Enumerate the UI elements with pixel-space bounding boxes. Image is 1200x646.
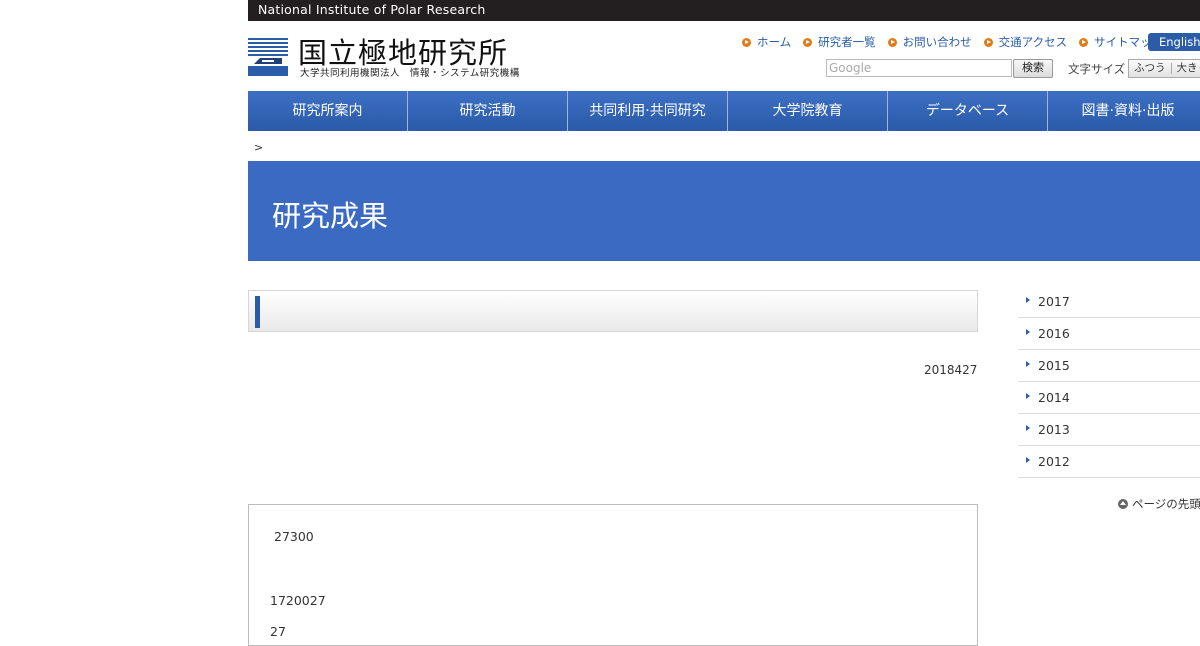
sidebar-year-link[interactable]: 2013 (1018, 414, 1200, 446)
page-top-label: ページの先頭へ (1132, 496, 1200, 512)
header-nav: ホーム 研究者一覧 お問い合わせ 交通アクセス サイトマップ (742, 34, 1175, 50)
header-link-label: お問い合わせ (903, 34, 972, 50)
bullet-arrow-icon (742, 38, 751, 47)
bullet-arrow-icon (888, 38, 897, 47)
triangle-right-icon (1026, 393, 1030, 399)
article-paragraph: 27300 (274, 529, 314, 544)
bullet-arrow-icon (1079, 38, 1088, 47)
article-paragraph: 27 (270, 624, 286, 639)
nipr-logo-icon[interactable] (248, 36, 288, 76)
nav-tab-joint-research[interactable]: 共同利用·共同研究 (568, 91, 728, 131)
page-top-link[interactable]: ページの先頭へ (1118, 496, 1200, 512)
sidebar-year-link[interactable]: 2015 (1018, 350, 1200, 382)
header-link-access[interactable]: 交通アクセス (984, 34, 1067, 50)
breadcrumb: > (254, 141, 263, 154)
bullet-arrow-icon (803, 38, 812, 47)
nav-tab-research[interactable]: 研究活動 (408, 91, 568, 131)
header-link-label: 交通アクセス (999, 34, 1067, 50)
triangle-right-icon (1026, 297, 1030, 303)
sidebar-year-label: 2014 (1038, 390, 1070, 405)
sidebar-year-label: 2013 (1038, 422, 1070, 437)
page-hero: 研究成果 (248, 161, 1200, 261)
font-size-label: 文字サイズ (1068, 61, 1125, 77)
sidebar-year-link[interactable]: 2014 (1018, 382, 1200, 414)
font-size-large-button[interactable]: 大きく (1172, 60, 1200, 77)
page-wrapper: National Institute of Polar Research 国立極… (248, 0, 1200, 630)
sidebar-year-link[interactable]: 2016 (1018, 318, 1200, 350)
search-input[interactable]: Google (826, 59, 1012, 77)
header-link-home[interactable]: ホーム (742, 34, 791, 50)
sidebar-year-label: 2012 (1038, 454, 1070, 469)
arrow-up-circle-icon (1118, 499, 1128, 509)
sidebar-year-link[interactable]: 2012 (1018, 446, 1200, 478)
nav-tab-graduate[interactable]: 大学院教育 (728, 91, 888, 131)
institute-subtitle: 大学共同利用機関法人 情報・システム研究機構 (300, 65, 520, 79)
triangle-right-icon (1026, 329, 1030, 335)
search-button[interactable]: 検索 (1013, 59, 1053, 78)
sidebar-year-label: 2016 (1038, 326, 1070, 341)
nav-tab-database[interactable]: データベース (888, 91, 1048, 131)
triangle-right-icon (1026, 425, 1030, 431)
triangle-right-icon (1026, 361, 1030, 367)
article-paragraph: 1720027 (270, 593, 326, 608)
sidebar-year-label: 2017 (1038, 294, 1070, 309)
header-link-label: 研究者一覧 (818, 34, 876, 50)
header-link-researchers[interactable]: 研究者一覧 (803, 34, 876, 50)
font-size-normal-button[interactable]: ふつう (1129, 60, 1171, 77)
triangle-right-icon (1026, 457, 1030, 463)
header-link-label: ホーム (757, 34, 791, 50)
heading-accent-bar (255, 296, 260, 328)
year-sidebar: 2017 2016 2015 2014 2013 2012 (1018, 286, 1200, 478)
page-title: 研究成果 (272, 193, 388, 235)
font-size-switcher: ふつう 大きく (1128, 59, 1200, 78)
english-button[interactable]: English (1148, 33, 1200, 51)
sidebar-year-label: 2015 (1038, 358, 1070, 373)
org-name-en: National Institute of Polar Research (258, 2, 486, 17)
sidebar-year-link[interactable]: 2017 (1018, 286, 1200, 318)
top-bar: National Institute of Polar Research (248, 0, 1200, 21)
nav-tab-library[interactable]: 図書·資料·出版 (1048, 91, 1200, 131)
main-nav: 研究所案内 研究活動 共同利用·共同研究 大学院教育 データベース 図書·資料·… (248, 91, 1200, 131)
article-date: 2018427 (924, 363, 977, 377)
header-link-contact[interactable]: お問い合わせ (888, 34, 972, 50)
article-heading-box (248, 290, 978, 332)
nav-tab-about[interactable]: 研究所案内 (248, 91, 408, 131)
article-content-box: 27300 1720027 27 (248, 504, 978, 646)
bullet-arrow-icon (984, 38, 993, 47)
